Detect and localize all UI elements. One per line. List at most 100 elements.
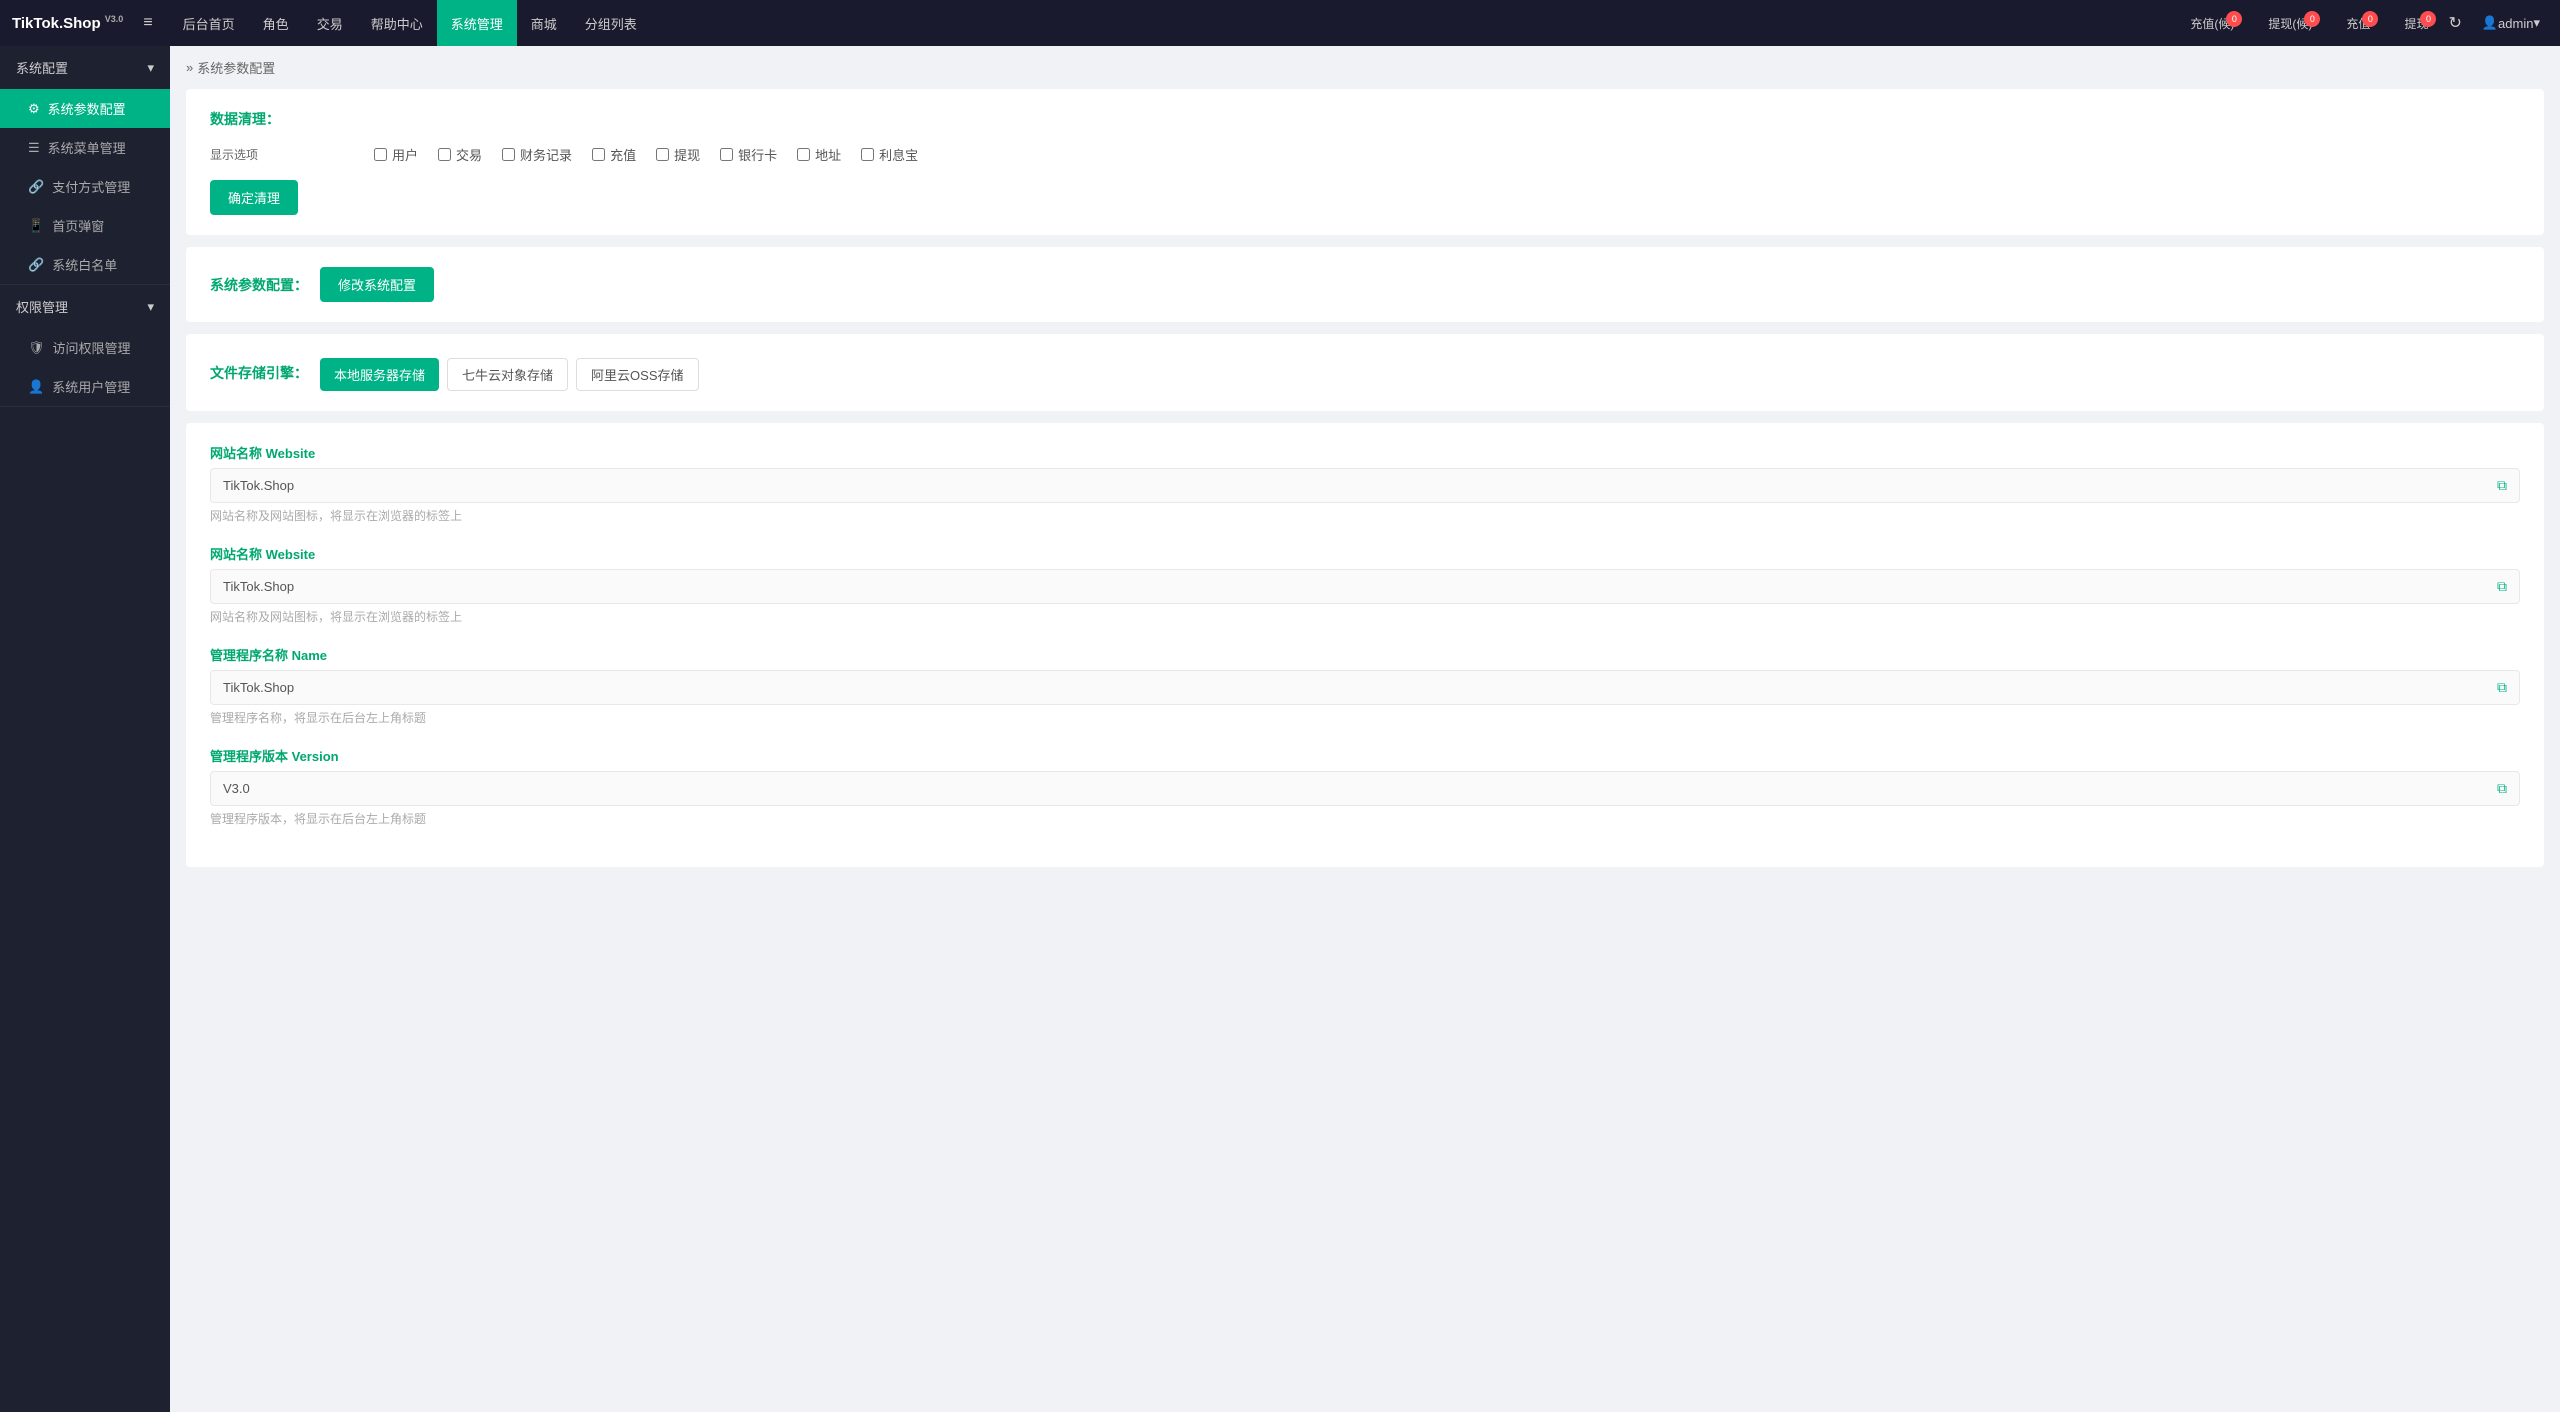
config-label-0: 网站名称 Website (210, 443, 2520, 462)
admin-menu[interactable]: 👤 admin ▾ (2474, 15, 2548, 31)
sidebar-item-系统参数配置[interactable]: ⚙ 系统参数配置 (0, 89, 170, 128)
breadcrumb-label: 系统参数配置 (197, 58, 275, 77)
sidebar-item-label: 系统用户管理 (52, 377, 130, 396)
withdraw-btn[interactable]: 提现 0 (2396, 15, 2436, 32)
config-item-0: 网站名称 Website ⧉ 网站名称及网站图标，将显示在浏览器的标签上 (210, 443, 2520, 524)
sidebar-icon: 🔗 (28, 257, 44, 273)
nav-item-帮助中心[interactable]: 帮助中心 (357, 0, 437, 46)
checkbox-label-财务记录: 财务记录 (520, 145, 572, 164)
storage-btn-本地服务器存储[interactable]: 本地服务器存储 (320, 358, 439, 391)
copy-icon-3[interactable]: ⧉ (2497, 780, 2507, 797)
system-params-title: 系统参数配置： (210, 275, 308, 295)
sidebar-icon: 👤 (28, 379, 44, 395)
sidebar-item-label: 访问权限管理 (53, 338, 131, 357)
app-logo-text: TikTok.Shop (12, 15, 101, 32)
checkbox-item-银行卡[interactable]: 银行卡 (720, 145, 777, 164)
nav-item-交易[interactable]: 交易 (303, 0, 357, 46)
nav-item-商城[interactable]: 商城 (517, 0, 571, 46)
withdraw-pending-badge: 0 (2304, 11, 2320, 27)
confirm-clear-button[interactable]: 确定清理 (210, 180, 298, 215)
storage-buttons: 本地服务器存储七牛云对象存储阿里云OSS存储 (320, 358, 699, 391)
checkbox-label-用户: 用户 (392, 145, 418, 164)
checkbox-item-财务记录[interactable]: 财务记录 (502, 145, 572, 164)
menu-toggle-icon[interactable]: ≡ (143, 14, 152, 32)
sidebar-item-系统白名单[interactable]: 🔗系统白名单 (0, 245, 170, 284)
withdraw-pending-btn[interactable]: 提现(候) 0 (2260, 15, 2320, 32)
checkbox-财务记录[interactable] (502, 148, 515, 161)
copy-icon-0[interactable]: ⧉ (2497, 477, 2507, 494)
config-input-1[interactable] (223, 579, 2497, 594)
system-params-card: 系统参数配置： 修改系统配置 (186, 247, 2544, 322)
checkbox-label-银行卡: 银行卡 (738, 145, 777, 164)
withdraw-badge: 0 (2420, 11, 2436, 27)
sidebar-item-label: 系统参数配置 (48, 99, 126, 118)
checkbox-label-地址: 地址 (815, 145, 841, 164)
checkbox-用户[interactable] (374, 148, 387, 161)
sidebar-group-title-权限管理[interactable]: 权限管理▾ (0, 285, 170, 328)
modify-config-button[interactable]: 修改系统配置 (320, 267, 434, 302)
main-content: » 系统参数配置 数据清理： 显示选项 用户交易财务记录充值提现银行卡地址利息宝… (170, 46, 2560, 1412)
sidebar-item-label: 系统菜单管理 (48, 138, 126, 157)
checkbox-label-利息宝: 利息宝 (879, 145, 918, 164)
checkbox-充值[interactable] (592, 148, 605, 161)
checkbox-银行卡[interactable] (720, 148, 733, 161)
config-input-2[interactable] (223, 680, 2497, 695)
config-hint-1: 网站名称及网站图标，将显示在浏览器的标签上 (210, 608, 2520, 625)
app-logo: TikTok.Shop V3.0 (12, 14, 123, 32)
checkbox-item-交易[interactable]: 交易 (438, 145, 482, 164)
checkbox-item-利息宝[interactable]: 利息宝 (861, 145, 918, 164)
nav-item-系统管理[interactable]: 系统管理 (437, 0, 517, 46)
sidebar-icon: 🔗 (28, 179, 44, 195)
config-items-card: 网站名称 Website ⧉ 网站名称及网站图标，将显示在浏览器的标签上 网站名… (186, 423, 2544, 867)
checkbox-利息宝[interactable] (861, 148, 874, 161)
nav-item-角色[interactable]: 角色 (249, 0, 303, 46)
checkbox-提现[interactable] (656, 148, 669, 161)
sidebar-item-系统菜单管理[interactable]: ☰ 系统菜单管理 (0, 128, 170, 167)
recharge-pending-badge: 0 (2226, 11, 2242, 27)
recharge-pending-btn[interactable]: 充值(候) 0 (2182, 15, 2242, 32)
copy-icon-1[interactable]: ⧉ (2497, 578, 2507, 595)
top-nav: TikTok.Shop V3.0 ≡ 后台首页角色交易帮助中心系统管理商城分组列… (0, 0, 2560, 46)
copy-icon-2[interactable]: ⧉ (2497, 679, 2507, 696)
checkbox-row: 用户 交易 财务记录 充值 提现 银行卡 地址 利息宝 (374, 145, 918, 164)
checkbox-item-用户[interactable]: 用户 (374, 145, 418, 164)
sidebar-icon: 📱 (28, 218, 44, 234)
sidebar-group-权限管理: 权限管理▾ 🛡 访问权限管理 👤 系统用户管理 (0, 285, 170, 407)
file-storage-card: 文件存储引擎： 本地服务器存储七牛云对象存储阿里云OSS存储 (186, 334, 2544, 411)
nav-items: 后台首页角色交易帮助中心系统管理商城分组列表 (169, 0, 2183, 46)
sidebar-icon: 🛡 (28, 340, 45, 356)
storage-btn-阿里云OSS存储[interactable]: 阿里云OSS存储 (576, 358, 698, 391)
config-input-row-1: ⧉ (210, 569, 2520, 604)
config-hint-3: 管理程序版本，将显示在后台左上角标题 (210, 810, 2520, 827)
sidebar-icon: ☰ (28, 140, 40, 156)
config-input-row-2: ⧉ (210, 670, 2520, 705)
sidebar-icon: ⚙ (28, 101, 40, 117)
checkbox-item-提现[interactable]: 提现 (656, 145, 700, 164)
data-clear-title: 数据清理： (210, 109, 2520, 129)
sidebar-group-title-系统配置[interactable]: 系统配置▾ (0, 46, 170, 89)
config-input-row-0: ⧉ (210, 468, 2520, 503)
admin-label: admin (2498, 16, 2533, 31)
refresh-icon[interactable]: ↻ (2440, 13, 2469, 33)
checkbox-item-充值[interactable]: 充值 (592, 145, 636, 164)
checkbox-地址[interactable] (797, 148, 810, 161)
config-hint-0: 网站名称及网站图标，将显示在浏览器的标签上 (210, 507, 2520, 524)
checkbox-item-地址[interactable]: 地址 (797, 145, 841, 164)
checkbox-交易[interactable] (438, 148, 451, 161)
checkbox-label-提现: 提现 (674, 145, 700, 164)
sidebar-item-label: 首页弹窗 (52, 216, 104, 235)
sidebar-item-首页弹窗[interactable]: 📱 首页弹窗 (0, 206, 170, 245)
config-input-3[interactable] (223, 781, 2497, 796)
sidebar-item-系统用户管理[interactable]: 👤 系统用户管理 (0, 367, 170, 406)
nav-item-后台首页[interactable]: 后台首页 (169, 0, 249, 46)
config-input-0[interactable] (223, 478, 2497, 493)
data-clear-card: 数据清理： 显示选项 用户交易财务记录充值提现银行卡地址利息宝 确定清理 (186, 89, 2544, 235)
sidebar-item-支付方式管理[interactable]: 🔗支付方式管理 (0, 167, 170, 206)
nav-item-分组列表[interactable]: 分组列表 (571, 0, 651, 46)
storage-btn-七牛云对象存储[interactable]: 七牛云对象存储 (447, 358, 568, 391)
right-area: 充值(候) 0 提现(候) 0 充值 0 提现 0 ↻ 👤 admin ▾ (2182, 13, 2548, 33)
sidebar-item-访问权限管理[interactable]: 🛡 访问权限管理 (0, 328, 170, 367)
recharge-btn[interactable]: 充值 0 (2338, 15, 2378, 32)
layout: 系统配置▾ ⚙ 系统参数配置 ☰ 系统菜单管理 🔗支付方式管理 📱 首页弹窗 🔗系统白名单权限管… (0, 46, 2560, 1412)
config-label-1: 网站名称 Website (210, 544, 2520, 563)
